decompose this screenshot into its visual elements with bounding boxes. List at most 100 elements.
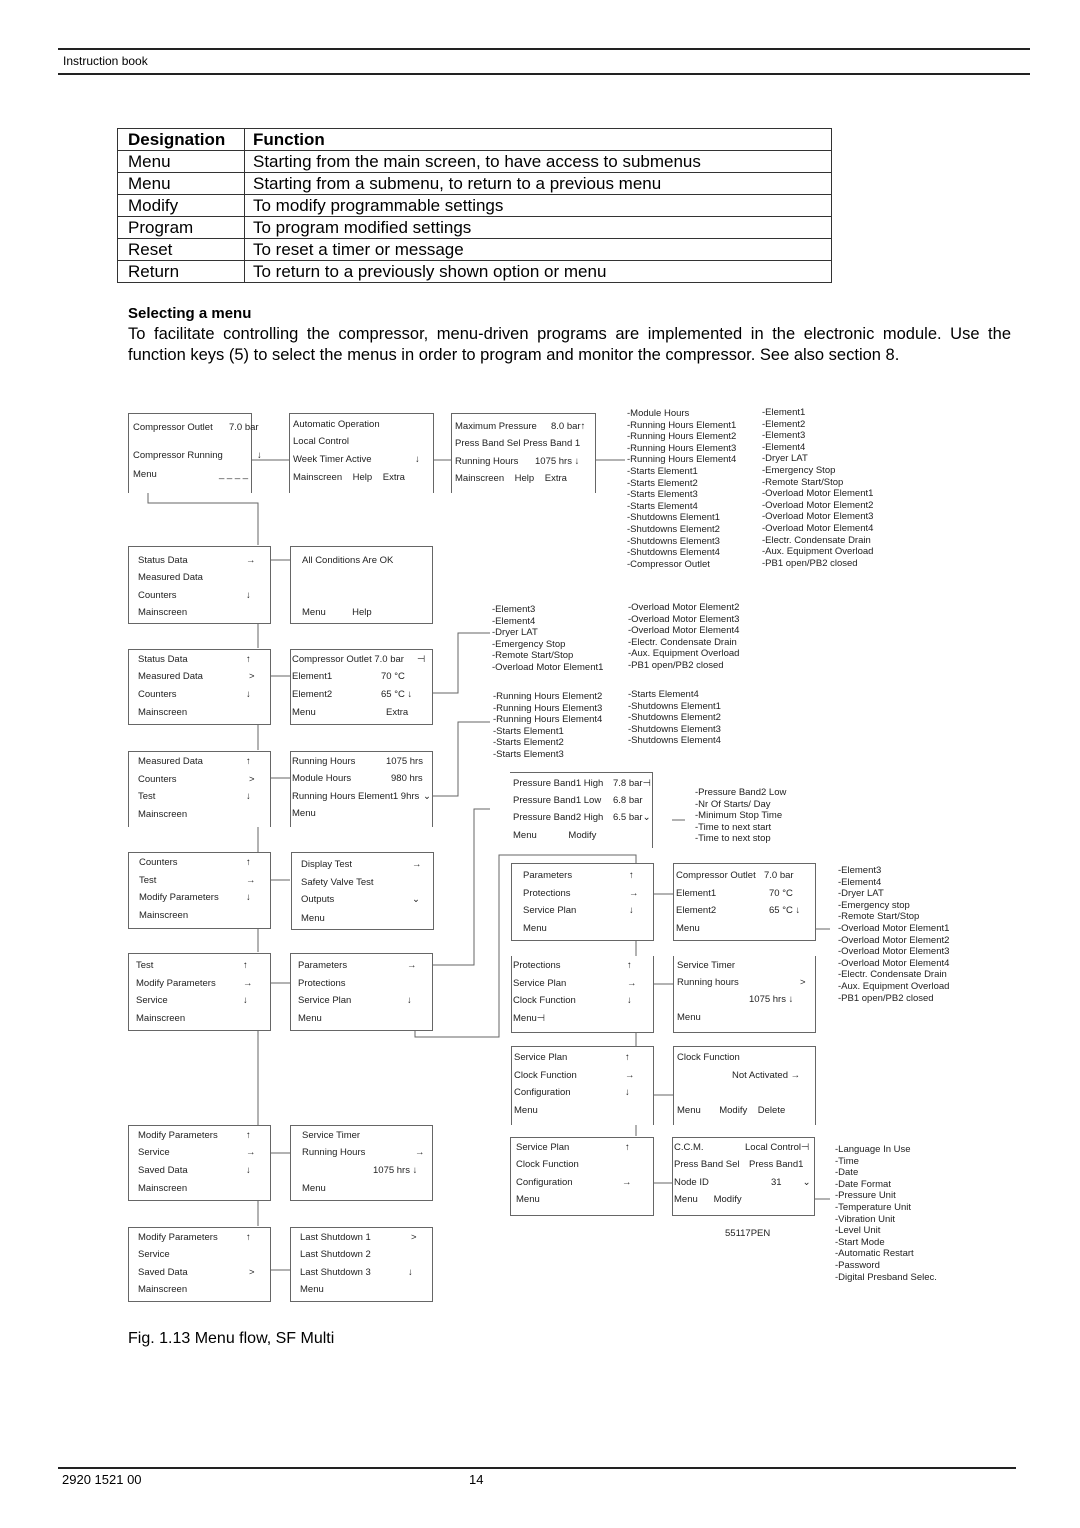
arrow-down-icon: ↓ bbox=[246, 590, 251, 601]
label: Module Hours bbox=[292, 773, 352, 784]
label: Counters bbox=[138, 590, 177, 601]
label: Menu bbox=[133, 469, 157, 480]
list-item: -Dryer LAT bbox=[492, 627, 538, 639]
label: Menu bbox=[292, 808, 316, 819]
table-header-row: Designation Function bbox=[117, 128, 832, 151]
screen-protections: Compressor Outlet 7.0 bar Element1 70 °C E… bbox=[673, 863, 816, 941]
arrow-down-icon: ↓ bbox=[408, 1267, 413, 1278]
arrow-right-icon: → bbox=[243, 978, 253, 989]
label: Running Hours Element1 9hrs bbox=[292, 791, 420, 802]
list-item: -Minimum Stop Time bbox=[695, 810, 783, 822]
arrow-right-icon: → bbox=[246, 1147, 256, 1158]
connector bbox=[432, 632, 490, 694]
label: Service Plan bbox=[514, 1052, 568, 1063]
list-item: -Pressure Band2 Low bbox=[695, 787, 787, 798]
label: Mainscreen bbox=[138, 1183, 188, 1194]
label: Menu bbox=[516, 1194, 540, 1205]
arrow-up-icon: ↑ bbox=[243, 960, 248, 971]
list-item: -Aux. Equipment Overload bbox=[762, 546, 874, 558]
list-counters-items: -Module Hours -Running Hours Element1 -Run… bbox=[627, 408, 736, 570]
value: 980 hrs bbox=[391, 773, 423, 784]
list-item: -Time to next stop bbox=[695, 833, 771, 845]
list-item: -Overload Motor Element4 bbox=[628, 625, 740, 637]
list-item: -Nr Of Starts/ Day bbox=[695, 798, 771, 810]
list-item: -Time to next start bbox=[695, 821, 772, 833]
list-item: -Element4 bbox=[492, 615, 536, 627]
chevron-right-icon: > bbox=[249, 671, 255, 682]
label: Menu bbox=[300, 1284, 324, 1295]
label: Menu bbox=[676, 923, 700, 934]
label: Service bbox=[138, 1147, 170, 1158]
arrow-up-icon: ↑ bbox=[629, 870, 634, 881]
chevron-right-icon: > bbox=[249, 1267, 255, 1278]
column-header-designation: Designation bbox=[117, 128, 245, 151]
list-item: -Shutdowns Element4 bbox=[628, 735, 721, 747]
table-row: Modify To modify programmable settings bbox=[117, 194, 832, 217]
chevron-right-icon: > bbox=[800, 977, 806, 988]
function-cell: Starting from a submenu, to return to a … bbox=[244, 172, 832, 195]
label: Saved Data bbox=[138, 1165, 188, 1176]
label: Parameters bbox=[298, 960, 348, 971]
label: Test bbox=[136, 960, 154, 971]
list-item: -Shutdowns Element1 bbox=[627, 512, 720, 524]
list-item: -Element3 bbox=[762, 430, 806, 442]
list-item: -Electr. Condensate Drain bbox=[628, 636, 737, 648]
label: Protections bbox=[523, 888, 571, 899]
label: Service Plan bbox=[523, 905, 577, 916]
list-item: -Overload Motor Element3 bbox=[762, 511, 874, 523]
function-cell: To program modified settings bbox=[244, 216, 832, 239]
arrow-right-icon: → bbox=[629, 888, 639, 899]
list-pressure-more: -Pressure Band2 Low -Nr Of Starts/ Day -Mi… bbox=[695, 787, 786, 845]
label: Week Timer Active bbox=[293, 454, 372, 465]
list-item: -Remote Start/Stop bbox=[762, 476, 844, 488]
screen-modify-parameters: Parameters → Protections Service Plan ↓ Me… bbox=[290, 953, 433, 1031]
list-item: -Element3 bbox=[492, 604, 536, 615]
softkeys: Menu Help bbox=[302, 607, 372, 618]
arrow-down-icon: ↓ bbox=[415, 454, 420, 465]
arrow-down-icon: ↓ bbox=[629, 905, 634, 916]
list-item: -Overload Motor Element4 bbox=[762, 522, 874, 534]
screen-service: Service Timer Running Hours → 1075 hrs ↓ … bbox=[290, 1125, 433, 1201]
list-item: -Emergency stop bbox=[838, 899, 910, 911]
table-row: Reset To reset a timer or message bbox=[117, 238, 832, 261]
list-item: -Overload Motor Element2 bbox=[628, 602, 740, 613]
arrow-right-icon: → bbox=[622, 1177, 632, 1188]
screen-all-conditions-ok: All Conditions Are OK Menu Help bbox=[290, 546, 433, 624]
label: Menu bbox=[514, 1105, 538, 1116]
value: 6.5 bar⌄ bbox=[613, 812, 651, 823]
screen-maximum-pressure: Maximum Pressure 8.0 bar↑ Press Band Sel … bbox=[451, 413, 596, 493]
list-item: -Overload Motor Element4 bbox=[838, 957, 950, 969]
label: Parameters bbox=[523, 870, 573, 881]
screen-main: Compressor Outlet 7.0 bar Compressor Runn… bbox=[128, 413, 262, 493]
arrow-right-icon: → bbox=[412, 859, 422, 870]
list-counters-a: -Running Hours Element2 -Running Hours El… bbox=[493, 691, 602, 761]
list-item: -Element1 bbox=[762, 407, 806, 418]
label: Pressure Band2 High bbox=[513, 812, 604, 823]
list-item: -Running Hours Element1 bbox=[627, 419, 737, 431]
screen-measured-data: Compressor Outlet 7.0 bar ⊣ Element1 70 °C… bbox=[290, 649, 433, 725]
list-measured-b: -Overload Motor Element2 -Overload Motor … bbox=[628, 602, 739, 672]
screen-service-plan: Service Timer Running hours > 1075 hrs ↓ … bbox=[673, 956, 816, 1033]
arrow-right-icon: → bbox=[407, 960, 417, 971]
list-item: -Digital Presband Selec. bbox=[835, 1271, 937, 1283]
list-item: -Running Hours Element4 bbox=[493, 714, 603, 726]
list-item: -Running Hours Element3 bbox=[493, 702, 603, 714]
label: Local Control bbox=[293, 436, 349, 447]
value: 1075 hrs ↓ bbox=[749, 994, 794, 1005]
arrow-up-icon: ↑ bbox=[625, 1052, 630, 1063]
label: Compressor Outlet bbox=[133, 422, 213, 433]
label: Mainscreen bbox=[139, 910, 189, 921]
label: Service Plan bbox=[298, 995, 352, 1006]
arrow-up-icon: ↑ bbox=[246, 756, 251, 767]
arrow-up-icon: ↑ bbox=[246, 857, 251, 868]
softkeys: Menu Modify Delete bbox=[677, 1105, 786, 1116]
list-item: -Element2 bbox=[762, 418, 806, 430]
arrow-right-icon: → bbox=[415, 1147, 425, 1158]
function-cell: To modify programmable settings bbox=[244, 194, 832, 217]
label: Service Plan bbox=[513, 978, 567, 989]
designation-cell: Modify bbox=[117, 194, 245, 217]
list-item: -Temperature Unit bbox=[835, 1201, 912, 1213]
arrow-right-icon: → bbox=[246, 555, 256, 566]
label: Element1 bbox=[292, 671, 333, 682]
arrow-down-icon: ↓ bbox=[625, 1087, 630, 1098]
